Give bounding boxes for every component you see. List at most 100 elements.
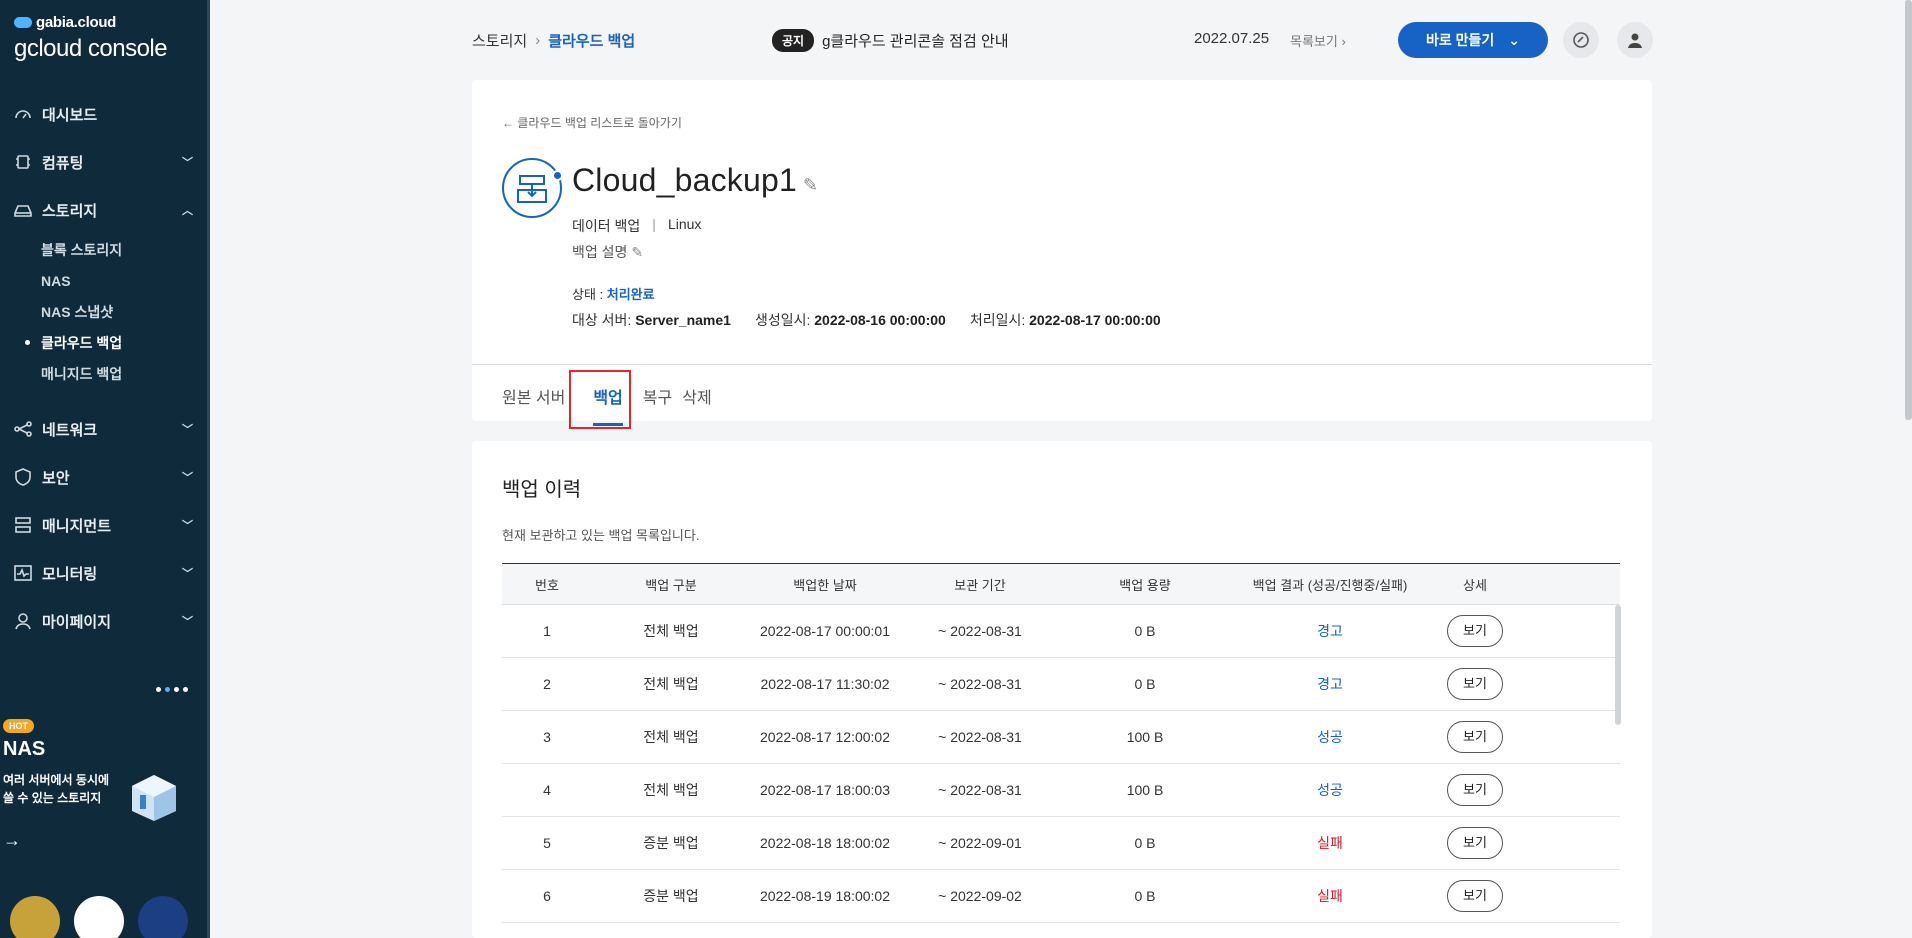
cloud-service-badge-icon — [74, 896, 124, 938]
view-detail-button[interactable]: 보기 — [1447, 827, 1503, 859]
sidebar-item-label: 컴퓨팅 — [42, 154, 84, 172]
cell-detail: 보기 — [1430, 721, 1520, 753]
cell-backup-kind: 전체 백업 — [643, 729, 699, 745]
view-detail-button[interactable]: 보기 — [1447, 880, 1503, 912]
processed-value: 2022-08-17 00:00:00 — [1029, 312, 1161, 328]
processed-label: 처리일시: — [969, 312, 1030, 328]
column-header: 번호 — [535, 577, 559, 593]
arrow-right-icon[interactable]: → — [3, 830, 21, 851]
sidebar-item-label: 모니터링 — [42, 565, 98, 583]
storage-icon — [12, 199, 34, 221]
cell-size: 100 B — [1126, 729, 1164, 745]
cell-backup-date: 2022-08-17 12:00:02 — [760, 729, 890, 745]
sidebar-subitem-nas-snapshot[interactable]: NAS 스냅샷 — [0, 296, 207, 327]
create-button[interactable]: 바로 만들기 ⌄ — [1398, 22, 1548, 58]
user-icon — [1628, 33, 1642, 48]
cell-backup-date: 2022-08-17 00:00:01 — [760, 623, 890, 639]
tab-highlight-box — [569, 370, 631, 429]
certification-badges — [10, 896, 188, 938]
backup-type: 데이터 백업 — [572, 218, 641, 234]
monitor-icon — [12, 562, 34, 584]
sidebar-item-mypage[interactable]: 마이페이지 ﹀ — [0, 597, 207, 645]
table-scrollbar[interactable] — [1615, 605, 1621, 725]
view-detail-button[interactable]: 보기 — [1447, 668, 1503, 700]
notice[interactable]: 공지 g클라우드 관리콘솔 점검 안내 — [772, 29, 1009, 52]
cell-result: 경고 — [1317, 623, 1343, 639]
breadcrumb-separator: › — [535, 32, 541, 49]
table-row: 4 전체 백업 2022-08-17 18:00:03 ~ 2022-08-31 100… — [502, 764, 1620, 817]
promo-desc: 여러 서버에서 동시에 쓸 수 있는 스토리지 — [3, 773, 110, 805]
table-header: 번호 백업 구분 백업한 날짜 보관 기간 백업 용량 백업 결과 (성공/진행… — [502, 563, 1620, 605]
table-body: 1 전체 백업 2022-08-17 00:00:01 ~ 2022-08-31 0 B… — [502, 605, 1620, 923]
status-dot — [552, 170, 563, 181]
page-scrollbar[interactable] — [1905, 0, 1912, 420]
backup-history-table: 번호 백업 구분 백업한 날짜 보관 기간 백업 용량 백업 결과 (성공/진행… — [502, 563, 1620, 923]
sidebar-item-security[interactable]: 보안 ﹀ — [0, 453, 207, 501]
logo[interactable]: gabia.cloud gcloud console — [14, 14, 168, 63]
sidebar-item-management[interactable]: 매니지먼트 ﹀ — [0, 501, 207, 549]
edit-pencil-icon[interactable]: ✎ — [631, 244, 643, 260]
cell-size: 0 B — [1134, 623, 1156, 639]
sidebar: gabia.cloud gcloud console 대시보드 컴퓨팅 ﹀ 스토… — [0, 0, 210, 938]
account-button[interactable] — [1617, 22, 1653, 58]
sidebar-scrollbar[interactable] — [207, 0, 210, 938]
promo-title: NAS — [3, 738, 46, 760]
chat-icon — [1573, 32, 1589, 48]
notice-date: 2022.07.25 — [1194, 30, 1270, 47]
sidebar-item-storage[interactable]: 스토리지 ︿ — [0, 186, 207, 234]
cell-result: 실패 — [1317, 835, 1343, 851]
promo-banner[interactable]: HOT NAS 여러 서버에서 동시에 쓸 수 있는 스토리지 → — [0, 683, 207, 883]
view-detail-button[interactable]: 보기 — [1447, 774, 1503, 806]
backup-resource-icon — [502, 158, 562, 218]
chevron-up-icon: ︿ — [182, 205, 193, 217]
column-header: 보관 기간 — [954, 577, 1006, 593]
server-label: 대상 서버: — [572, 312, 636, 328]
cell-result: 경고 — [1317, 676, 1343, 692]
sidebar-subitem-cloud-backup[interactable]: 클라우드 백업 — [0, 327, 207, 358]
backup-name: Cloud_backup1 — [572, 162, 797, 198]
sidebar-item-dashboard[interactable]: 대시보드 — [0, 90, 207, 138]
tab-delete[interactable]: 삭제 — [682, 384, 721, 426]
cell-retention: ~ 2022-09-01 — [938, 835, 1022, 851]
cell-detail: 보기 — [1430, 668, 1520, 700]
sidebar-item-monitoring[interactable]: 모니터링 ﹀ — [0, 549, 207, 597]
section-desc: 현재 보관하고 있는 백업 목록입니다. — [502, 528, 700, 543]
back-to-list-link[interactable]: ← 클라우드 백업 리스트로 돌아가기 — [502, 114, 682, 131]
table-row: 3 전체 백업 2022-08-17 12:00:02 ~ 2022-08-31 100… — [502, 711, 1620, 764]
view-detail-button[interactable]: 보기 — [1447, 721, 1503, 753]
backup-detail-card: ← 클라우드 백업 리스트로 돌아가기 Cloud_backup1 ✎ 데이터 백… — [472, 80, 1652, 426]
tab-restore[interactable]: 복구 — [643, 384, 682, 426]
tabs-divider — [472, 364, 1652, 365]
table-row: 5 증분 백업 2022-08-18 18:00:02 ~ 2022-09-01 0 B… — [502, 817, 1620, 870]
feedback-button[interactable] — [1563, 22, 1599, 58]
backup-history-card: 백업 이력 현재 보관하고 있는 백업 목록입니다. 번호 백업 구분 백업한 … — [472, 441, 1652, 938]
cell-size: 0 B — [1134, 888, 1156, 904]
cell-result: 실패 — [1317, 888, 1343, 904]
cell-backup-date: 2022-08-17 18:00:03 — [760, 782, 890, 798]
carousel-dots[interactable] — [156, 687, 188, 692]
sidebar-item-network[interactable]: 네트워크 ﹀ — [0, 405, 207, 453]
view-detail-button[interactable]: 보기 — [1447, 615, 1503, 647]
cert-badge-icon — [10, 896, 60, 938]
tab-source-server[interactable]: 원본 서버 — [502, 384, 575, 426]
notice-list-link[interactable]: 목록보기 › — [1290, 31, 1346, 50]
cell-detail: 보기 — [1430, 827, 1520, 859]
create-button-label: 바로 만들기 — [1425, 32, 1495, 48]
sidebar-item-computing[interactable]: 컴퓨팅 ﹀ — [0, 138, 207, 186]
sidebar-subitem-block-storage[interactable]: 블록 스토리지 — [0, 234, 207, 265]
sidebar-subitem-nas[interactable]: NAS — [0, 265, 207, 296]
network-icon — [12, 418, 34, 440]
chevron-down-icon: ﹀ — [182, 472, 193, 484]
backup-description[interactable]: 백업 설명 ✎ — [572, 242, 643, 262]
edit-pencil-icon[interactable]: ✎ — [803, 175, 818, 196]
breadcrumb-parent[interactable]: 스토리지 — [472, 30, 527, 51]
shield-icon — [12, 466, 34, 488]
notice-text[interactable]: g클라우드 관리콘솔 점검 안내 — [822, 30, 1008, 51]
breadcrumb: 스토리지 › 클라우드 백업 — [472, 30, 635, 51]
column-header: 백업 용량 — [1119, 577, 1171, 593]
sidebar-subitem-managed-backup[interactable]: 매니지드 백업 — [0, 358, 207, 389]
cell-backup-kind: 증분 백업 — [643, 835, 699, 851]
cell-retention: ~ 2022-08-31 — [938, 729, 1022, 745]
sidebar-item-label: 마이페이지 — [42, 613, 112, 631]
cell-backup-date: 2022-08-19 18:00:02 — [760, 888, 890, 904]
